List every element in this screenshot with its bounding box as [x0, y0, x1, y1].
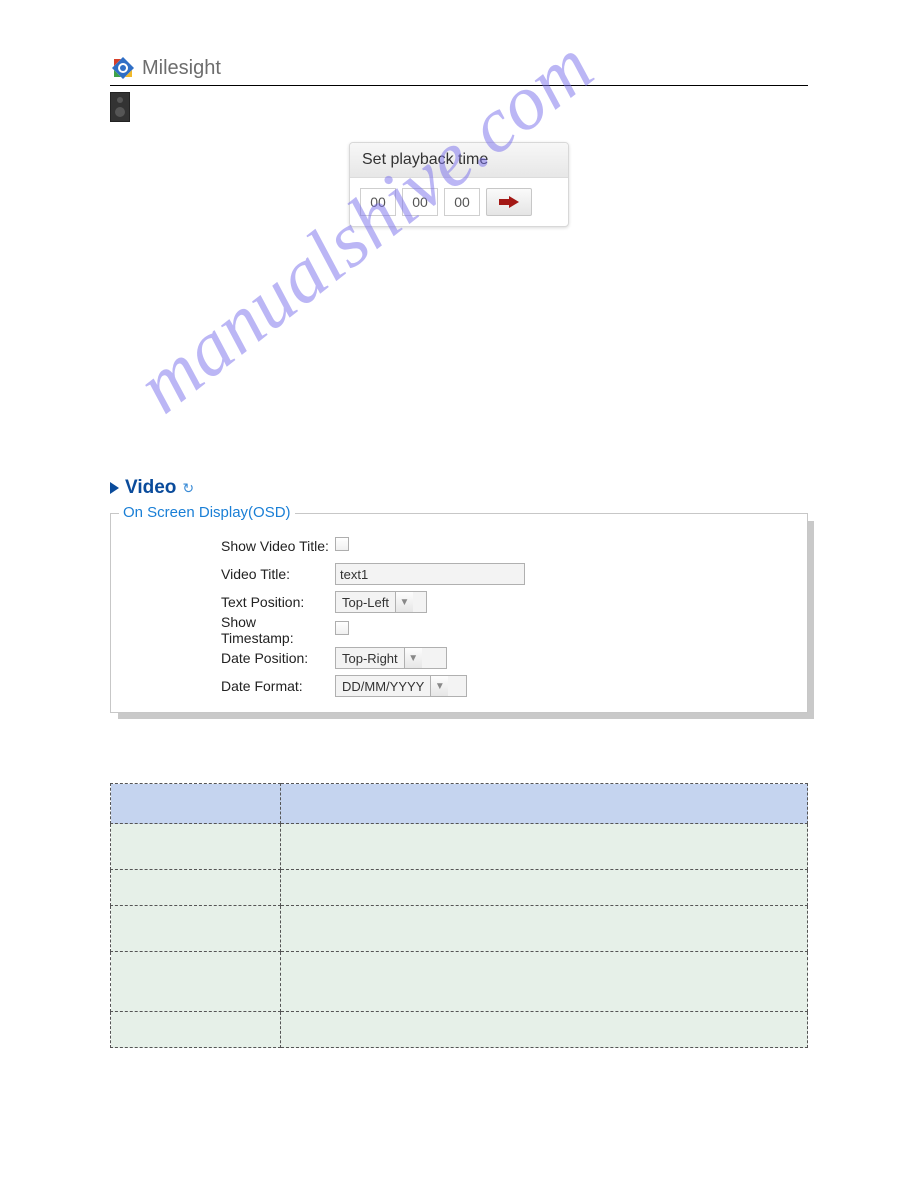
date-position-value: Top-Right	[336, 651, 404, 666]
date-format-label: Date Format:	[111, 678, 331, 694]
milesight-logo-icon	[110, 55, 136, 81]
show-video-title-checkbox[interactable]	[335, 537, 349, 551]
text-position-label: Text Position:	[111, 594, 331, 610]
table-cell	[281, 906, 808, 952]
parameters-table	[110, 783, 808, 1048]
table-cell	[281, 870, 808, 906]
table-cell	[281, 952, 808, 1012]
table-cell	[281, 1012, 808, 1048]
table-header-function	[281, 784, 808, 824]
text-position-select[interactable]: Top-Left ▼	[335, 591, 427, 613]
playback-minutes-input[interactable]	[402, 188, 438, 216]
chevron-down-icon: ▼	[430, 676, 448, 696]
video-heading: Video	[125, 477, 176, 499]
playback-title: Set playback time	[350, 143, 568, 178]
speaker-icon	[110, 92, 130, 122]
show-video-title-label: Show Video Title:	[111, 538, 331, 554]
osd-panel: On Screen Display(OSD) Show Video Title:…	[110, 513, 808, 713]
table-header-parameter	[111, 784, 281, 824]
table-cell	[111, 906, 281, 952]
date-position-select[interactable]: Top-Right ▼	[335, 647, 447, 669]
video-title-input[interactable]	[335, 563, 525, 585]
table-cell	[111, 870, 281, 906]
chevron-down-icon: ▼	[395, 592, 413, 612]
header-divider	[110, 85, 808, 86]
chevron-down-icon: ▼	[404, 648, 422, 668]
date-position-label: Date Position:	[111, 650, 331, 666]
arrow-right-icon	[499, 196, 519, 208]
playback-seconds-input[interactable]	[444, 188, 480, 216]
brand-logo: Milesight	[110, 55, 808, 81]
date-format-select[interactable]: DD/MM/YYYY ▼	[335, 675, 467, 697]
show-timestamp-checkbox[interactable]	[335, 621, 349, 635]
table-cell	[111, 824, 281, 870]
table-cell	[111, 1012, 281, 1048]
show-timestamp-label: Show Timestamp:	[111, 614, 331, 646]
playback-panel: Set playback time	[349, 142, 569, 227]
text-position-value: Top-Left	[336, 595, 395, 610]
brand-name: Milesight	[142, 57, 221, 80]
playback-go-button[interactable]	[486, 188, 532, 216]
osd-legend: On Screen Display(OSD)	[119, 504, 295, 521]
triangle-right-icon	[110, 482, 119, 494]
refresh-icon[interactable]: ↻	[182, 480, 194, 497]
video-title-label: Video Title:	[111, 566, 331, 582]
table-cell	[281, 824, 808, 870]
date-format-value: DD/MM/YYYY	[336, 679, 430, 694]
playback-hours-input[interactable]	[360, 188, 396, 216]
table-cell	[111, 952, 281, 1012]
